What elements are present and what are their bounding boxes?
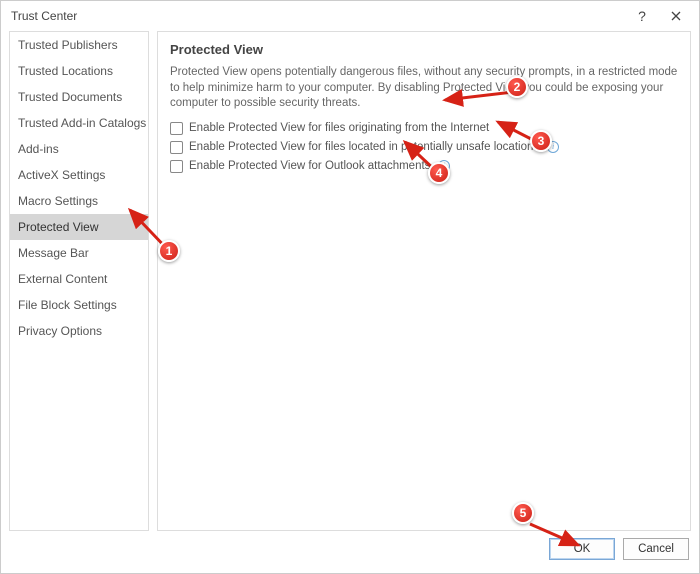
section-title: Protected View [170,42,678,57]
titlebar: Trust Center ? [1,1,699,31]
dialog-body: Trusted Publishers Trusted Locations Tru… [1,31,699,531]
sidebar-item-file-block-settings[interactable]: File Block Settings [10,292,148,318]
check-label: Enable Protected View for files located … [189,141,539,153]
sidebar-item-activex-settings[interactable]: ActiveX Settings [10,162,148,188]
check-outlook-attachments[interactable]: Enable Protected View for Outlook attach… [170,160,678,173]
sidebar: Trusted Publishers Trusted Locations Tru… [9,31,149,531]
sidebar-item-label: Add-ins [18,142,59,156]
check-internet-files[interactable]: Enable Protected View for files originat… [170,122,678,135]
checkbox-icon[interactable] [170,122,183,135]
close-icon [671,11,681,21]
sidebar-item-trusted-locations[interactable]: Trusted Locations [10,58,148,84]
sidebar-item-label: Trusted Add-in Catalogs [18,116,146,130]
sidebar-item-label: File Block Settings [18,298,117,312]
button-label: OK [574,543,591,555]
dialog-footer: OK Cancel [1,531,699,573]
checkbox-icon[interactable] [170,141,183,154]
trust-center-window: Trust Center ? Trusted Publishers Truste… [0,0,700,574]
sidebar-item-trusted-documents[interactable]: Trusted Documents [10,84,148,110]
sidebar-item-label: Macro Settings [18,194,98,208]
help-button[interactable]: ? [625,2,659,30]
window-title: Trust Center [11,9,625,23]
check-unsafe-locations[interactable]: Enable Protected View for files located … [170,141,678,154]
check-label: Enable Protected View for Outlook attach… [189,160,430,172]
sidebar-item-protected-view[interactable]: Protected View [10,214,148,240]
sidebar-item-label: Trusted Publishers [18,38,118,52]
sidebar-item-external-content[interactable]: External Content [10,266,148,292]
check-label: Enable Protected View for files originat… [189,122,489,134]
content-panel: Protected View Protected View opens pote… [157,31,691,531]
sidebar-item-label: Protected View [18,220,99,234]
checkbox-icon[interactable] [170,160,183,173]
sidebar-item-label: ActiveX Settings [18,168,105,182]
info-icon[interactable]: i [438,160,450,172]
cancel-button[interactable]: Cancel [623,538,689,560]
sidebar-item-label: Trusted Locations [18,64,113,78]
section-description: Protected View opens potentially dangero… [170,65,678,112]
sidebar-item-label: External Content [18,272,107,286]
button-label: Cancel [638,543,674,555]
close-button[interactable] [659,2,693,30]
sidebar-item-label: Trusted Documents [18,90,122,104]
sidebar-item-label: Message Bar [18,246,89,260]
sidebar-item-add-ins[interactable]: Add-ins [10,136,148,162]
sidebar-item-trusted-addin-catalogs[interactable]: Trusted Add-in Catalogs [10,110,148,136]
ok-button[interactable]: OK [549,538,615,560]
sidebar-item-message-bar[interactable]: Message Bar [10,240,148,266]
sidebar-item-macro-settings[interactable]: Macro Settings [10,188,148,214]
sidebar-item-trusted-publishers[interactable]: Trusted Publishers [10,32,148,58]
info-icon[interactable]: i [547,141,559,153]
sidebar-item-label: Privacy Options [18,324,102,338]
sidebar-item-privacy-options[interactable]: Privacy Options [10,318,148,344]
